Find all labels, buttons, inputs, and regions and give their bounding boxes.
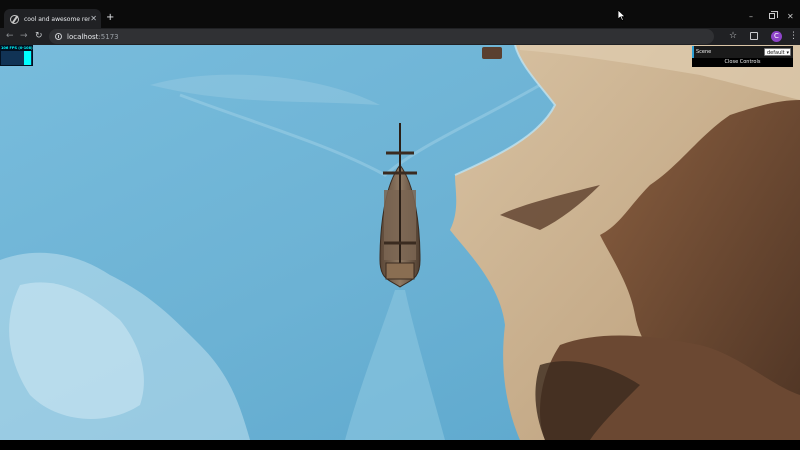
site-info-icon[interactable] [55,33,62,40]
scene-render [0,45,800,440]
tab-title: cool and awesome renderer [24,15,91,23]
mouse-cursor-icon [618,10,626,21]
scene-control-row: Scene default ▾ [692,46,793,58]
fps-stats-panel[interactable]: 106 FPS (0-108) [0,45,33,66]
ship-stern [385,262,415,280]
reload-icon[interactable]: ↻ [35,31,43,41]
browser-toolbar: ← → ↻ localhost:5173 ☆ C ⋮ [0,28,800,45]
globe-icon [10,14,19,24]
screen: cool and awesome renderer ✕ + – ✕ ← → ↻ … [0,0,800,450]
scene-select-value: default [767,50,785,56]
back-icon[interactable]: ← [6,31,14,41]
close-controls-button[interactable]: Close Controls [692,58,793,67]
minimize-icon[interactable]: – [749,13,753,21]
render-canvas[interactable]: 106 FPS (0-108) Scene default ▾ Close Con… [0,45,800,440]
new-tab-icon[interactable]: + [106,13,114,23]
distant-boat [482,47,502,59]
browser-tab[interactable]: cool and awesome renderer ✕ [4,9,101,29]
fps-graph [1,51,32,65]
scene-label: Scene [696,49,712,55]
url-text[interactable]: localhost:5173 [67,33,119,41]
restore-icon[interactable] [769,11,778,21]
scene-select[interactable]: default ▾ [764,48,791,56]
extensions-icon[interactable] [750,32,758,40]
bottom-bar [0,440,800,450]
bookmark-star-icon[interactable]: ☆ [729,31,737,41]
tab-close-icon[interactable]: ✕ [90,15,97,23]
url-host: localhost [67,32,99,41]
address-bar[interactable]: localhost:5173 [49,29,714,44]
fps-label: 106 FPS (0-108) [1,46,33,50]
url-port: :5173 [98,32,119,41]
window-close-icon[interactable]: ✕ [787,13,794,21]
chevron-down-icon: ▾ [786,50,789,56]
profile-avatar[interactable]: C [771,31,782,42]
browser-menu-icon[interactable]: ⋮ [789,31,798,41]
forward-icon[interactable]: → [20,31,28,41]
fps-bar [24,51,31,65]
controls-panel: Scene default ▾ Close Controls [692,46,793,67]
tab-strip: cool and awesome renderer ✕ + – ✕ [0,0,800,29]
